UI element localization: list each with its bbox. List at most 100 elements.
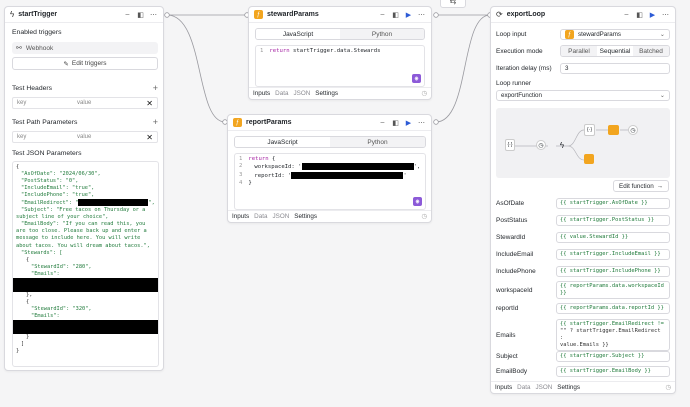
more-dots-icon[interactable]: ⋯ [417,11,426,19]
param-value-input[interactable]: {{ value.StewardId }} [556,232,670,243]
code-keyword: return [269,48,290,54]
param-value-input[interactable]: {{ startTrigger.AsOfDate }} [556,198,670,209]
path-value-input[interactable]: value [77,134,146,140]
minimize-icon[interactable]: – [622,11,631,18]
json-line: "AsOfDate": "2024/06/30", [21,171,101,178]
json-line: "EmailBody": "If you can read this, you [21,221,146,228]
chevron-down-icon: ⌄ [659,31,665,38]
report-params-header: ƒ reportParams – ◧ ▶ ⋯ [228,115,431,131]
footer-tab-inputs[interactable]: Inputs [253,90,270,97]
execution-mode-row: Execution mode Parallel Sequential Batch… [496,45,670,57]
edit-function-button[interactable]: Edit function → [613,180,669,192]
header-key-input[interactable]: key [17,100,77,106]
mode-parallel[interactable]: Parallel [561,46,597,56]
param-value-input[interactable]: {{ reportParams.data.reportId }} [556,303,670,314]
report-code-editor[interactable]: 1 return { 2 workspaceId: ' ', 3 reportId… [234,153,426,210]
mode-sequential[interactable]: Sequential [597,46,633,56]
param-name: reportId [496,305,519,312]
more-dots-icon[interactable]: ⋯ [149,11,158,19]
loop-input-select[interactable]: ƒ stewardParams ⌄ [560,29,670,40]
delete-path-param-icon[interactable]: ✕ [146,133,153,142]
add-path-param-icon[interactable]: + [153,117,158,127]
param-row-reportid: reportId {{ reportParams.data.reportId }… [496,303,670,314]
wire-report-to-loop [435,14,491,123]
function-icon: ƒ [565,30,574,39]
export-loop-header: ⟳ exportLoop – ◧ ▶ ⋯ [491,7,675,23]
edit-triggers-label: Edit triggers [71,60,107,67]
footer-tab-inputs[interactable]: Inputs [232,213,249,220]
param-value-input[interactable]: {{ startTrigger.Subject }} [556,351,670,362]
graph-node-clock: ◷ [628,125,638,135]
json-line: are too close. Please back up and enter … [16,228,147,235]
footer-tab-data[interactable]: Data [517,384,530,391]
code-expression: ', [413,164,421,171]
footer-tab-settings[interactable]: Settings [315,90,338,97]
branch-toolbar[interactable]: ⇆ [440,0,466,8]
webhook-icon: ⚯ [16,45,22,52]
footer-tab-data[interactable]: Data [254,213,267,220]
footer-tab-json[interactable]: JSON [293,90,310,97]
graph-node-function-lower [584,154,594,164]
steward-code-editor[interactable]: 1 return startTrigger.data.Stewards ◉ [255,45,425,87]
play-icon[interactable]: ▶ [648,11,657,19]
footer-tab-inputs[interactable]: Inputs [495,384,512,391]
param-value-input[interactable]: {{ startTrigger.EmailBody }} [556,366,670,377]
test-path-title: Test Path Parameters [12,118,78,126]
param-value-input[interactable]: {{ startTrigger.IncludePhone }} [556,266,670,277]
code-line: 1 return { [239,156,421,163]
json-line: "Subject": "Free tacos on Thursday or a [21,207,146,214]
param-value-input[interactable]: {{ startTrigger.IncludeEmail }} [556,249,670,260]
pencil-icon: ✎ [63,60,69,68]
split-view-icon[interactable]: ◧ [136,11,145,19]
param-name: Emails [496,331,516,339]
add-header-icon[interactable]: + [153,83,158,93]
play-icon[interactable]: ▶ [404,11,413,19]
split-view-icon[interactable]: ◧ [391,119,400,127]
code-text: } [248,180,252,187]
webhook-label: Webhook [25,44,54,52]
json-line: "IncludePhone": "true", [21,192,95,199]
test-json-editor[interactable]: { "AsOfDate": "2024/06/30", "PostStatus"… [12,161,159,367]
loop-runner-select[interactable]: exportFunction ⌄ [496,90,670,101]
param-name: EmailBody [496,368,528,375]
minimize-icon[interactable]: – [378,119,387,126]
delete-header-icon[interactable]: ✕ [146,99,153,108]
param-value-input[interactable]: {{ startTrigger.PostStatus }} [556,215,670,226]
assist-icon[interactable]: ◉ [412,74,421,83]
split-view-icon[interactable]: ◧ [391,11,400,19]
edit-triggers-button[interactable]: ✎ Edit triggers [12,57,158,70]
header-value-input[interactable]: value [77,100,146,106]
loop-footer-tabs: Inputs Data JSON Settings ◷ [491,381,675,393]
param-value-input[interactable]: {{ reportParams.data.workspaceId }} [556,281,670,299]
mode-batched[interactable]: Batched [633,46,669,56]
footer-tab-settings[interactable]: Settings [557,384,580,391]
json-text: ", [148,200,155,207]
path-key-input[interactable]: key [17,134,77,140]
footer-tab-settings[interactable]: Settings [294,213,317,220]
tab-python[interactable]: Python [340,29,424,39]
footer-tab-json[interactable]: JSON [272,213,289,220]
assist-icon[interactable]: ◉ [413,197,422,206]
param-row-emailbody: EmailBody {{ startTrigger.EmailBody }} [496,366,670,377]
minimize-icon[interactable]: – [378,11,387,18]
edit-function-label: Edit function [619,182,654,190]
split-view-icon[interactable]: ◧ [635,11,644,19]
tab-python[interactable]: Python [330,137,425,147]
play-icon[interactable]: ▶ [404,119,413,127]
code-expression: { [268,156,276,162]
footer-tab-data[interactable]: Data [275,90,288,97]
footer-tab-json[interactable]: JSON [535,384,552,391]
more-dots-icon[interactable]: ⋯ [661,11,670,19]
webhook-trigger[interactable]: ⚯ Webhook [12,42,158,54]
minimize-icon[interactable]: – [123,11,132,18]
param-value-input[interactable]: {{ startTrigger.EmailRedirect != "" ? st… [556,319,670,351]
json-line: "IncludeEmail": "true", [21,185,95,192]
param-row-subject: Subject {{ startTrigger.Subject }} [496,351,670,362]
iteration-delay-input[interactable]: 3 [560,63,670,74]
steward-output-port [433,12,439,18]
tab-javascript[interactable]: JavaScript [235,137,330,147]
more-dots-icon[interactable]: ⋯ [417,119,426,127]
header-row: key value ✕ [12,97,158,109]
tab-javascript[interactable]: JavaScript [256,29,340,39]
param-row-asofdate: AsOfDate {{ startTrigger.AsOfDate }} [496,198,670,209]
